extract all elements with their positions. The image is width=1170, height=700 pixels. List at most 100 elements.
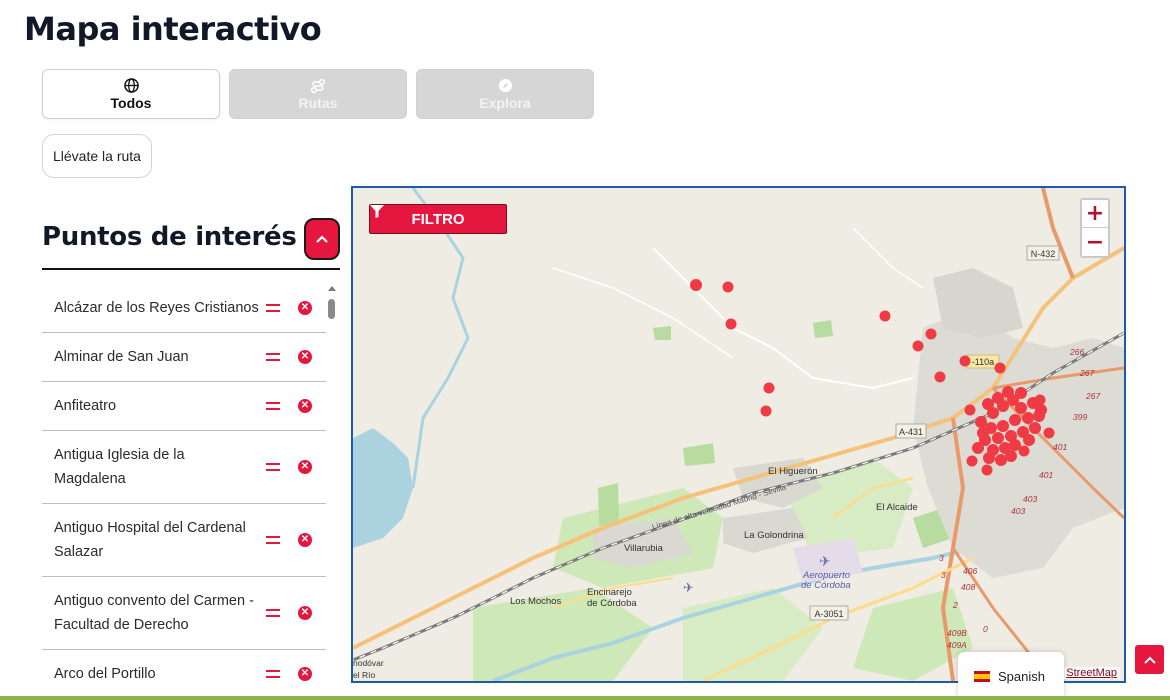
- label-higueron: El Higuerón: [768, 466, 818, 477]
- map-attribution[interactable]: StreetMap: [1063, 667, 1120, 679]
- tab-label: Todos: [110, 94, 152, 111]
- tab-label: Rutas: [298, 94, 338, 111]
- poi-name: Anfiteatro: [54, 398, 117, 414]
- list-item[interactable]: Alcázar de los Reyes Cristianos ✕: [42, 284, 326, 333]
- poi-marker[interactable]: [725, 318, 737, 330]
- drag-handle-icon[interactable]: [266, 304, 280, 312]
- drag-handle-icon[interactable]: [266, 353, 280, 361]
- svg-text:401: 401: [1039, 470, 1053, 480]
- remove-icon[interactable]: ✕: [298, 533, 312, 547]
- scroll-up-icon[interactable]: [328, 286, 336, 291]
- svg-text:266: 266: [1069, 347, 1084, 357]
- tab-label: Explora: [479, 94, 531, 111]
- label-encinarejo-1: Encinarejo: [587, 587, 632, 598]
- globe-icon: [123, 78, 139, 94]
- collapse-button[interactable]: [304, 218, 340, 260]
- poi-marker[interactable]: [981, 464, 993, 476]
- tab-rutas[interactable]: Rutas: [229, 69, 407, 119]
- route-icon: [310, 78, 326, 94]
- drag-handle-icon[interactable]: [266, 402, 280, 410]
- label-airport-2: de Córdoba: [801, 580, 851, 591]
- poi-marker[interactable]: [964, 404, 976, 416]
- drag-handle-icon[interactable]: [266, 670, 280, 678]
- remove-icon[interactable]: ✕: [298, 399, 312, 413]
- svg-text:403: 403: [1011, 506, 1025, 516]
- map[interactable]: ✈ ✈ N-432 A-431 A-3051 -110a El Higuerón…: [351, 186, 1126, 683]
- remove-icon[interactable]: ✕: [298, 350, 312, 364]
- page: Mapa interactivo Todos Rutas Explora Llé…: [0, 0, 1170, 700]
- language-selector[interactable]: Spanish: [958, 652, 1064, 700]
- compass-icon: [497, 78, 513, 94]
- poi-name: Antiguo Hospital del Cardenal Salazar: [54, 520, 246, 560]
- tab-explora[interactable]: Explora: [416, 69, 594, 119]
- list-item[interactable]: Alminar de San Juan ✕: [42, 333, 326, 382]
- road-shield-a431: A-431: [895, 423, 927, 439]
- label-villarrubia: Villarubia: [624, 543, 664, 554]
- list-item[interactable]: Antiguo convento del Carmen - Facultad d…: [42, 577, 326, 650]
- poi-scrollbar[interactable]: [327, 286, 337, 700]
- list-item[interactable]: Antigua Iglesia de la Magdalena ✕: [42, 431, 326, 504]
- footer-edge: [0, 696, 1170, 700]
- poi-marker[interactable]: [722, 281, 734, 293]
- poi-marker[interactable]: [934, 371, 946, 383]
- map-canvas[interactable]: ✈ ✈ N-432 A-431 A-3051 -110a El Higuerón…: [353, 188, 1124, 681]
- poi-name: Alminar de San Juan: [54, 349, 189, 365]
- spain-flag-icon: [974, 670, 990, 682]
- road-shield-n432: N-432: [1026, 245, 1060, 261]
- poi-title: Puntos de interés: [42, 222, 297, 252]
- filter-icon: [370, 205, 384, 218]
- zoom-control: + −: [1080, 198, 1110, 258]
- poi-marker[interactable]: [912, 340, 924, 352]
- scroll-thumb[interactable]: [328, 299, 335, 319]
- road-shield-110a: -110a: [966, 354, 1000, 369]
- svg-text:0: 0: [983, 624, 988, 634]
- svg-text:267: 267: [1079, 368, 1094, 378]
- label-almodovar-1: nodóvar: [353, 658, 384, 668]
- remove-icon[interactable]: ✕: [298, 667, 312, 681]
- svg-text:267: 267: [1085, 391, 1100, 401]
- poi-marker[interactable]: [1043, 427, 1055, 439]
- list-item[interactable]: Antiguo Hospital del Cardenal Salazar ✕: [42, 504, 326, 577]
- poi-marker[interactable]: [959, 355, 971, 367]
- zoom-out-button[interactable]: −: [1082, 228, 1108, 256]
- back-to-top-button[interactable]: [1135, 645, 1164, 674]
- remove-icon[interactable]: ✕: [298, 301, 312, 315]
- take-route-button[interactable]: Llévate la ruta: [42, 134, 152, 178]
- poi-marker[interactable]: [966, 455, 978, 467]
- drag-handle-icon[interactable]: [266, 536, 280, 544]
- svg-text:2: 2: [952, 600, 958, 610]
- zoom-in-button[interactable]: +: [1082, 200, 1108, 228]
- list-item[interactable]: Anfiteatro ✕: [42, 382, 326, 431]
- svg-text:406: 406: [963, 566, 977, 576]
- label-almodovar-2: el Río: [353, 670, 375, 680]
- drag-handle-icon[interactable]: [266, 609, 280, 617]
- tab-todos[interactable]: Todos: [42, 69, 220, 119]
- svg-text:A-3051: A-3051: [814, 609, 843, 619]
- tab-bar: Todos Rutas Explora: [42, 69, 594, 119]
- poi-name: Alcázar de los Reyes Cristianos: [54, 300, 259, 316]
- poi-name: Arco del Portillo: [54, 666, 156, 682]
- svg-text:A-431: A-431: [899, 427, 923, 437]
- remove-icon[interactable]: ✕: [298, 606, 312, 620]
- filter-button[interactable]: FILTRO: [369, 204, 507, 234]
- svg-text:403: 403: [1023, 494, 1037, 504]
- list-item[interactable]: Arco del Portillo ✕: [42, 650, 326, 699]
- remove-icon[interactable]: ✕: [298, 460, 312, 474]
- filter-label: FILTRO: [411, 210, 465, 228]
- svg-text:408: 408: [961, 582, 975, 592]
- svg-text:409A: 409A: [947, 640, 967, 650]
- svg-text:3: 3: [941, 570, 946, 580]
- road-shield-a3051: A-3051: [809, 605, 849, 621]
- svg-text:409B: 409B: [947, 628, 967, 638]
- drag-handle-icon[interactable]: [266, 463, 280, 471]
- poi-marker[interactable]: [925, 328, 937, 340]
- poi-marker[interactable]: [763, 382, 775, 394]
- poi-marker[interactable]: [690, 279, 702, 291]
- svg-text:3: 3: [939, 553, 944, 563]
- poi-marker[interactable]: [994, 362, 1006, 374]
- poi-marker[interactable]: [760, 405, 772, 417]
- poi-marker[interactable]: [879, 310, 891, 322]
- svg-text:N-432: N-432: [1031, 249, 1056, 259]
- label-encinarejo-2: de Córdoba: [587, 598, 637, 609]
- chevron-up-icon: [1143, 656, 1156, 664]
